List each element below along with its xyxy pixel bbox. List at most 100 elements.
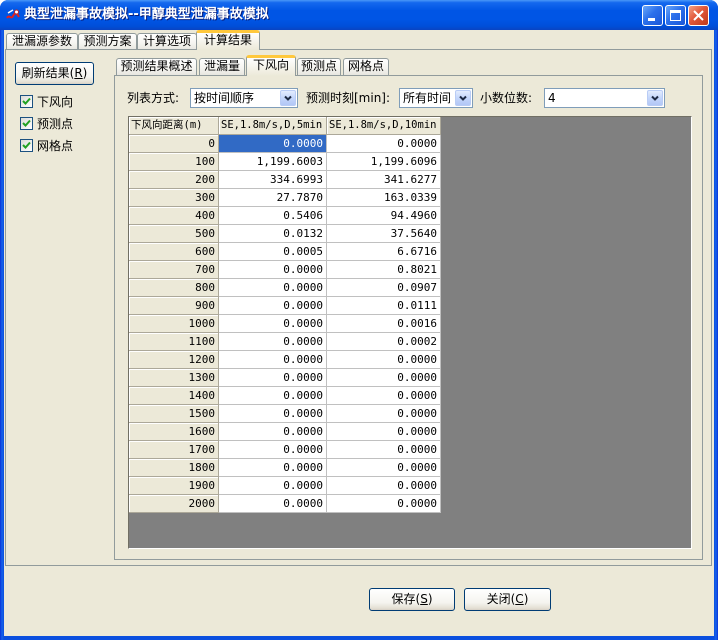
value-cell[interactable]: 0.0111 bbox=[327, 297, 441, 315]
chevron-down-icon bbox=[648, 91, 662, 105]
predict-point-checkbox[interactable] bbox=[20, 117, 33, 130]
minimize-button[interactable] bbox=[642, 5, 663, 26]
downwind-tab-page: 列表方式: 按时间顺序 预测时刻[min]: 所有时间 小数位数: 4 下风向距… bbox=[114, 75, 703, 560]
table-row[interactable]: 1400 0.0000 0.0000 bbox=[129, 387, 441, 405]
value-cell[interactable]: 0.0907 bbox=[327, 279, 441, 297]
value-cell[interactable]: 0.0000 bbox=[219, 495, 327, 513]
table-row[interactable]: 1500 0.0000 0.0000 bbox=[129, 405, 441, 423]
close-window-button[interactable] bbox=[688, 5, 709, 26]
value-cell[interactable]: 0.0000 bbox=[327, 387, 441, 405]
downwind-checkbox-label[interactable]: 下风向 bbox=[37, 95, 73, 109]
tab-label: 预测方案 bbox=[83, 34, 132, 48]
table-row[interactable]: 1100 0.0000 0.0002 bbox=[129, 333, 441, 351]
value-cell[interactable]: 334.6993 bbox=[219, 171, 327, 189]
value-cell[interactable]: 0.0000 bbox=[219, 351, 327, 369]
title-bar[interactable]: 典型泄漏事故模拟--甲醇典型泄漏事故模拟 bbox=[0, 0, 718, 30]
value-cell[interactable]: 0.0000 bbox=[327, 423, 441, 441]
value-cell[interactable]: 0.0002 bbox=[327, 333, 441, 351]
value-cell[interactable]: 0.0000 bbox=[327, 369, 441, 387]
tab-calc-results[interactable]: 计算结果 bbox=[196, 30, 260, 50]
list-mode-select[interactable]: 按时间顺序 bbox=[190, 88, 298, 108]
table-row[interactable]: 800 0.0000 0.0907 bbox=[129, 279, 441, 297]
close-button[interactable]: 关闭(C) bbox=[464, 588, 551, 611]
table-row[interactable]: 300 27.7870 163.0339 bbox=[129, 189, 441, 207]
tab-calc-options[interactable]: 计算选项 bbox=[137, 33, 197, 50]
table-row[interactable]: 500 0.0132 37.5640 bbox=[129, 225, 441, 243]
value-cell[interactable]: 0.0000 bbox=[219, 261, 327, 279]
table-row[interactable]: 1700 0.0000 0.0000 bbox=[129, 441, 441, 459]
value-cell[interactable]: 0.0000 bbox=[327, 441, 441, 459]
downwind-checkbox[interactable] bbox=[20, 95, 33, 108]
value-cell[interactable]: 163.0339 bbox=[327, 189, 441, 207]
value-cell[interactable]: 0.0000 bbox=[219, 369, 327, 387]
refresh-results-button[interactable]: 刷新结果(R) bbox=[15, 62, 94, 85]
value-cell[interactable]: 0.0000 bbox=[219, 441, 327, 459]
grid-point-checkbox[interactable] bbox=[20, 139, 33, 152]
value-cell[interactable]: 0.0000 bbox=[219, 333, 327, 351]
window-title: 典型泄漏事故模拟--甲醇典型泄漏事故模拟 bbox=[24, 7, 269, 22]
value-cell[interactable]: 0.0000 bbox=[327, 495, 441, 513]
value-cell[interactable]: 0.0000 bbox=[327, 135, 441, 153]
value-cell[interactable]: 0.0016 bbox=[327, 315, 441, 333]
value-cell[interactable]: 0.0132 bbox=[219, 225, 327, 243]
value-cell[interactable]: 6.6716 bbox=[327, 243, 441, 261]
app-window: 典型泄漏事故模拟--甲醇典型泄漏事故模拟 泄漏源参数 预测方案 计算选项 计算结… bbox=[0, 0, 718, 640]
table-row[interactable]: 1300 0.0000 0.0000 bbox=[129, 369, 441, 387]
value-cell[interactable]: 0.0000 bbox=[327, 405, 441, 423]
tab-leak-source-params[interactable]: 泄漏源参数 bbox=[6, 33, 78, 50]
table-row[interactable]: 0 0.0000 0.0000 bbox=[129, 135, 441, 153]
value-cell[interactable]: 0.0000 bbox=[327, 477, 441, 495]
value-cell[interactable]: 341.6277 bbox=[327, 171, 441, 189]
value-cell[interactable]: 0.0000 bbox=[219, 387, 327, 405]
table-row[interactable]: 600 0.0005 6.6716 bbox=[129, 243, 441, 261]
table-row[interactable]: 1900 0.0000 0.0000 bbox=[129, 477, 441, 495]
results-grid[interactable]: 下风向距离(m) SE,1.8m/s,D,5min SE,1.8m/s,D,10mi… bbox=[128, 116, 692, 549]
value-cell[interactable]: 0.0000 bbox=[219, 135, 327, 153]
value-cell[interactable]: 1,199.6096 bbox=[327, 153, 441, 171]
table-row[interactable]: 1800 0.0000 0.0000 bbox=[129, 459, 441, 477]
table-row[interactable]: 2000 0.0000 0.0000 bbox=[129, 495, 441, 513]
value-cell[interactable]: 0.0000 bbox=[219, 315, 327, 333]
value-cell[interactable]: 0.0000 bbox=[327, 459, 441, 477]
table-row[interactable]: 400 0.5406 94.4960 bbox=[129, 207, 441, 225]
value-cell[interactable]: 0.5406 bbox=[219, 207, 327, 225]
value-cell[interactable]: 0.0000 bbox=[219, 279, 327, 297]
list-mode-dropdown-button[interactable] bbox=[280, 90, 296, 106]
value-cell[interactable]: 27.7870 bbox=[219, 189, 327, 207]
value-cell[interactable]: 0.0000 bbox=[219, 477, 327, 495]
table-row[interactable]: 100 1,199.6003 1,199.6096 bbox=[129, 153, 441, 171]
subtab-leak-amount[interactable]: 泄漏量 bbox=[199, 58, 245, 75]
subtab-results-overview[interactable]: 预测结果概述 bbox=[116, 58, 197, 75]
subtab-downwind[interactable]: 下风向 bbox=[246, 55, 296, 76]
grid-point-checkbox-label[interactable]: 网格点 bbox=[37, 139, 73, 153]
value-cell[interactable]: 37.5640 bbox=[327, 225, 441, 243]
app-icon[interactable] bbox=[6, 8, 20, 22]
table-row[interactable]: 1000 0.0000 0.0016 bbox=[129, 315, 441, 333]
decimals-select[interactable]: 4 bbox=[544, 88, 665, 108]
predict-point-checkbox-label[interactable]: 预测点 bbox=[37, 117, 73, 131]
value-cell[interactable]: 94.4960 bbox=[327, 207, 441, 225]
value-cell[interactable]: 0.0005 bbox=[219, 243, 327, 261]
value-cell[interactable]: 0.8021 bbox=[327, 261, 441, 279]
list-mode-label: 列表方式: bbox=[127, 91, 180, 105]
table-row[interactable]: 200 334.6993 341.6277 bbox=[129, 171, 441, 189]
decimals-dropdown-button[interactable] bbox=[647, 90, 663, 106]
subtab-grid-points[interactable]: 网格点 bbox=[343, 58, 389, 75]
refresh-button-label: 刷新结果( bbox=[21, 66, 75, 80]
save-button[interactable]: 保存(S) bbox=[369, 588, 455, 611]
subtab-predict-points[interactable]: 预测点 bbox=[297, 58, 341, 75]
value-cell[interactable]: 0.0000 bbox=[219, 405, 327, 423]
value-cell[interactable]: 1,199.6003 bbox=[219, 153, 327, 171]
table-row[interactable]: 900 0.0000 0.0111 bbox=[129, 297, 441, 315]
table-row[interactable]: 700 0.0000 0.8021 bbox=[129, 261, 441, 279]
predict-time-select[interactable]: 所有时间 bbox=[399, 88, 473, 108]
value-cell[interactable]: 0.0000 bbox=[219, 423, 327, 441]
maximize-button[interactable] bbox=[665, 5, 686, 26]
value-cell[interactable]: 0.0000 bbox=[327, 351, 441, 369]
predict-time-dropdown-button[interactable] bbox=[455, 90, 471, 106]
value-cell[interactable]: 0.0000 bbox=[219, 459, 327, 477]
table-row[interactable]: 1200 0.0000 0.0000 bbox=[129, 351, 441, 369]
table-row[interactable]: 1600 0.0000 0.0000 bbox=[129, 423, 441, 441]
tab-prediction-plan[interactable]: 预测方案 bbox=[78, 33, 137, 50]
value-cell[interactable]: 0.0000 bbox=[219, 297, 327, 315]
